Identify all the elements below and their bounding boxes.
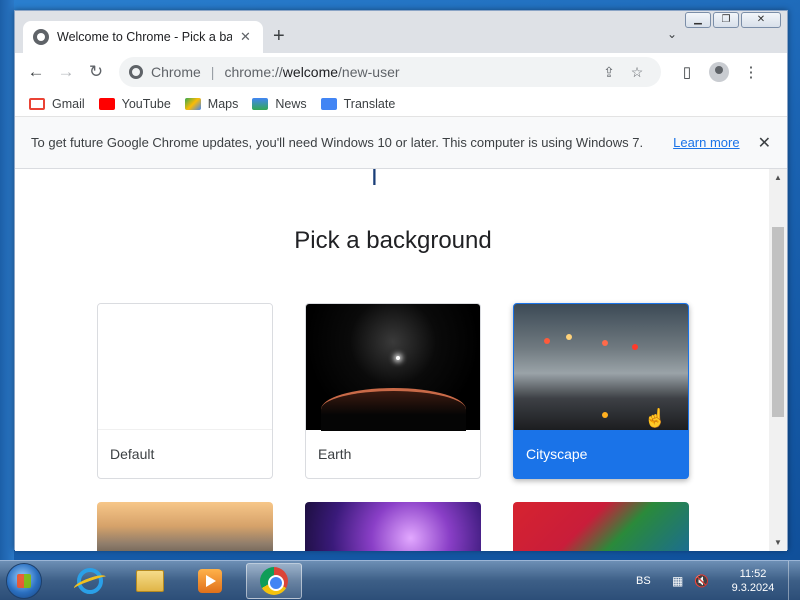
scroll-up-icon[interactable]: ▲ bbox=[774, 173, 782, 182]
media-player-icon bbox=[198, 569, 222, 593]
bookmark-youtube[interactable]: YouTube bbox=[98, 97, 171, 111]
clock-time: 11:52 bbox=[739, 568, 767, 580]
share-icon[interactable]: ⇪ bbox=[595, 64, 623, 81]
learn-more-link[interactable]: Learn more bbox=[673, 135, 739, 150]
card-label: Cityscape bbox=[526, 446, 588, 462]
earth-thumbnail bbox=[306, 304, 480, 431]
maps-icon bbox=[184, 97, 201, 110]
menu-icon[interactable]: ⋮ bbox=[735, 63, 767, 81]
new-tab-button[interactable]: + bbox=[273, 25, 285, 48]
scheme-label: Chrome bbox=[151, 64, 201, 80]
close-window-button[interactable]: ✕ bbox=[741, 12, 781, 28]
bookmark-maps[interactable]: Maps bbox=[184, 97, 238, 111]
tab-welcome[interactable]: Welcome to Chrome - Pick a bac ✕ bbox=[23, 21, 263, 53]
page-content: ǀ Pick a background Default Earth Citysc bbox=[15, 169, 771, 551]
bookmark-star-icon[interactable]: ☆ bbox=[623, 64, 651, 81]
infobar-close-icon[interactable]: ✕ bbox=[758, 133, 771, 153]
taskbar-explorer[interactable] bbox=[122, 563, 178, 599]
scroll-thumb[interactable] bbox=[772, 227, 784, 417]
profile-avatar[interactable] bbox=[709, 62, 729, 82]
clock[interactable]: 11:52 9.3.2024 bbox=[720, 567, 786, 595]
taskbar-media-player[interactable] bbox=[182, 563, 238, 599]
page-scrollbar[interactable]: ▲ ▼ bbox=[769, 169, 787, 551]
news-icon bbox=[252, 97, 269, 110]
background-card-earth[interactable]: Earth bbox=[305, 303, 481, 479]
tab-close-icon[interactable]: ✕ bbox=[240, 29, 251, 45]
bookmark-news[interactable]: News bbox=[252, 97, 307, 111]
taskbar-internet-explorer[interactable] bbox=[62, 563, 118, 599]
url-host: welcome bbox=[282, 64, 339, 80]
url-path: /new-user bbox=[338, 64, 400, 80]
back-icon[interactable]: ← bbox=[21, 62, 51, 82]
clock-date: 9.3.2024 bbox=[731, 582, 775, 594]
page-title: Pick a background bbox=[294, 227, 492, 254]
folder-icon bbox=[136, 570, 164, 592]
chrome-window: Welcome to Chrome - Pick a bac ✕ + ⌄ ▁ ❐… bbox=[14, 10, 788, 551]
background-card-galaxy[interactable] bbox=[305, 502, 481, 551]
address-bar[interactable]: Chrome | chrome:// welcome /new-user ⇪ ☆ bbox=[119, 57, 661, 87]
forward-icon[interactable]: → bbox=[51, 62, 81, 82]
taskbar-chrome[interactable] bbox=[246, 563, 302, 599]
gmail-icon bbox=[29, 97, 45, 110]
tab-title: Welcome to Chrome - Pick a bac bbox=[57, 30, 232, 44]
internet-explorer-icon bbox=[77, 568, 103, 594]
chrome-icon bbox=[129, 65, 143, 79]
illustration-fragment: ǀ bbox=[371, 169, 378, 191]
scroll-down-icon[interactable]: ▼ bbox=[774, 538, 782, 547]
background-card-default[interactable]: Default bbox=[97, 303, 273, 479]
toolbar: ← → ↻ Chrome | chrome:// welcome /new-us… bbox=[15, 53, 787, 91]
update-infobar: To get future Google Chrome updates, you… bbox=[15, 117, 787, 169]
background-card-landscape[interactable] bbox=[97, 502, 273, 551]
background-card-cityscape[interactable]: Cityscape ☝ bbox=[513, 303, 689, 479]
card-label: Earth bbox=[318, 446, 352, 462]
show-desktop-button[interactable] bbox=[788, 561, 800, 600]
separator: | bbox=[210, 64, 215, 80]
tab-search-icon[interactable]: ⌄ bbox=[667, 27, 677, 41]
start-button[interactable] bbox=[6, 563, 42, 599]
card-label: Default bbox=[110, 446, 155, 462]
chrome-icon bbox=[260, 567, 288, 595]
url-prefix: chrome:// bbox=[224, 64, 283, 80]
bookmarks-bar: Gmail YouTube Maps News Translate bbox=[15, 91, 787, 117]
minimize-button[interactable]: ▁ bbox=[685, 12, 711, 28]
bookmark-gmail[interactable]: Gmail bbox=[29, 97, 85, 111]
hand-cursor-icon: ☝ bbox=[644, 408, 667, 428]
desktop-background bbox=[0, 0, 14, 560]
translate-icon bbox=[320, 97, 337, 110]
youtube-icon bbox=[98, 97, 115, 110]
infobar-message: To get future Google Chrome updates, you… bbox=[31, 135, 644, 150]
reload-icon[interactable]: ↻ bbox=[81, 62, 111, 82]
network-icon[interactable]: ▦ bbox=[669, 574, 687, 588]
bookmark-translate[interactable]: Translate bbox=[320, 97, 395, 111]
maximize-button[interactable]: ❐ bbox=[713, 12, 739, 28]
tab-strip: Welcome to Chrome - Pick a bac ✕ + ⌄ bbox=[15, 11, 787, 53]
background-card-geometric[interactable] bbox=[513, 502, 689, 551]
language-indicator[interactable]: BS bbox=[636, 575, 651, 587]
chrome-favicon-icon bbox=[33, 29, 49, 45]
window-controls: ▁ ❐ ✕ bbox=[685, 12, 781, 28]
system-tray: BS ▦ 🔇 bbox=[636, 561, 717, 600]
taskbar: BS ▦ 🔇 11:52 9.3.2024 bbox=[0, 560, 800, 600]
volume-muted-icon[interactable]: 🔇 bbox=[693, 574, 711, 588]
side-panel-icon[interactable]: ▯ bbox=[671, 63, 703, 81]
default-thumbnail bbox=[98, 304, 272, 430]
